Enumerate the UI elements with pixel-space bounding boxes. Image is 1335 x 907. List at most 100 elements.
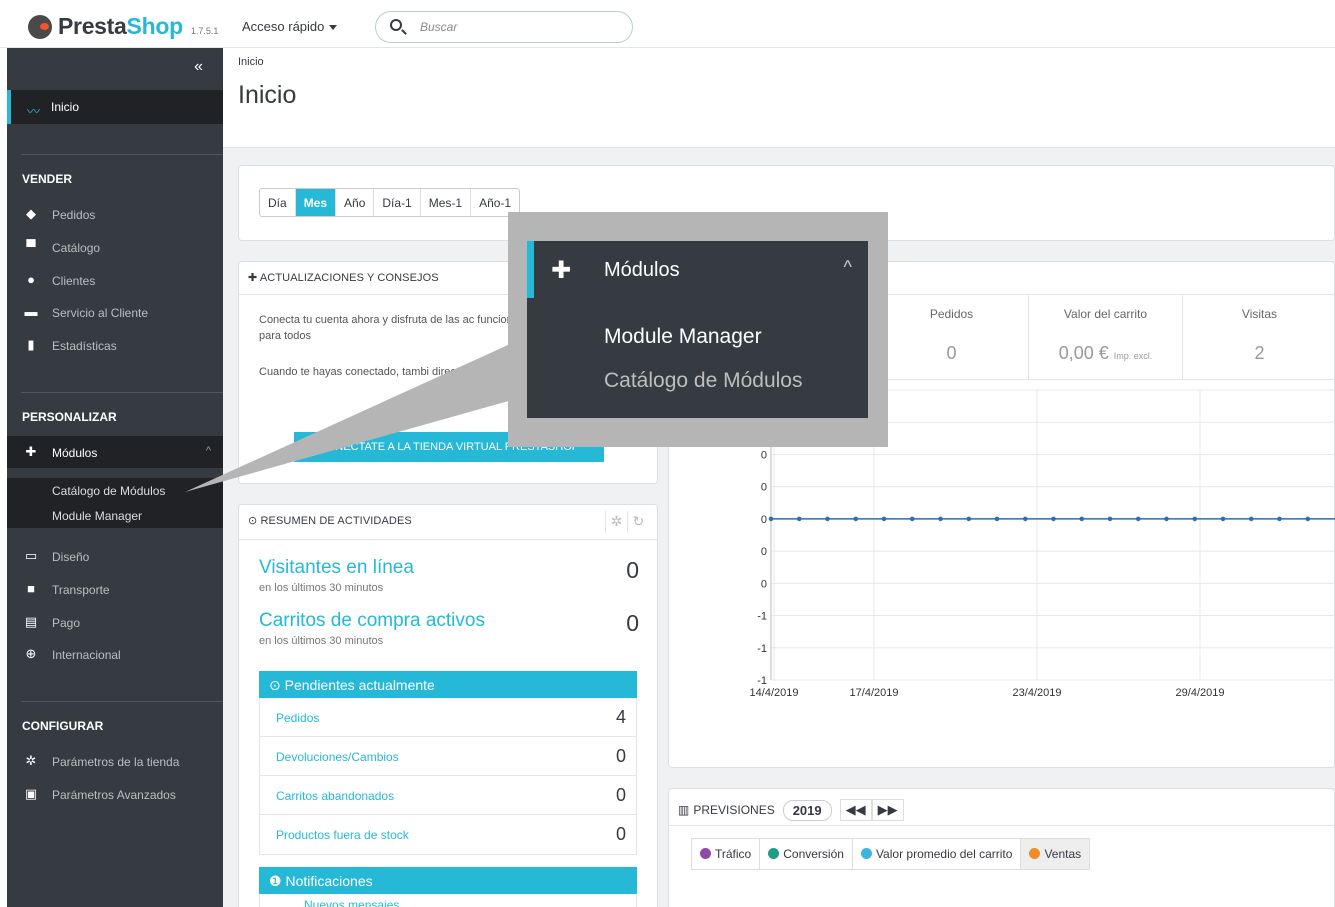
y-tick-label: -1 bbox=[757, 611, 767, 623]
gear-icon: ✲ bbox=[25, 753, 37, 768]
list-item[interactable]: Nuevos mensajes bbox=[260, 894, 636, 907]
news-title: ACTUALIZACIONES Y CONSEJOS bbox=[259, 272, 439, 284]
kpi-visits[interactable]: Visitas 2 bbox=[1182, 295, 1335, 379]
period-prev-day-button[interactable]: Día-1 bbox=[374, 189, 421, 216]
data-point bbox=[994, 516, 1000, 522]
kpi-cart-value[interactable]: Valor del carrito 0,00 € Imp. excl. bbox=[1028, 295, 1182, 379]
data-point bbox=[909, 516, 915, 522]
period-day-button[interactable]: Día bbox=[260, 189, 296, 216]
sidebar-item-catalog[interactable]: ▀ Catálogo bbox=[7, 231, 223, 263]
sidebar-item-shop-parameters[interactable]: ✲ Parámetros de la tienda bbox=[7, 745, 223, 777]
settings-box-icon: ▣ bbox=[24, 786, 38, 801]
breadcrumb[interactable]: Inicio bbox=[238, 56, 264, 68]
period-year-button[interactable]: Año bbox=[336, 189, 375, 216]
pending-list: Pedidos 4 Devoluciones/Cambios 0 Carritos … bbox=[259, 698, 637, 855]
x-tick-label: 29/4/2019 bbox=[1176, 687, 1225, 699]
legend-sales[interactable]: Ventas bbox=[1021, 839, 1090, 869]
kpi-row: Pedidos 0 Valor del carrito 0,00 € Imp. … bbox=[874, 294, 1335, 380]
prestashop-logo[interactable]: PrestaShop 1.7.5.1 bbox=[28, 13, 218, 40]
prev-year-icon[interactable]: ◀◀ bbox=[839, 799, 872, 821]
kpi-orders[interactable]: Pedidos 0 bbox=[874, 295, 1028, 379]
sidebar-item-international[interactable]: ⊕ Internacional bbox=[7, 638, 223, 670]
sidebar-item-home[interactable]: 〰 Inicio bbox=[7, 90, 223, 124]
sidebar-item-advanced-parameters[interactable]: ▣ Parámetros Avanzados bbox=[7, 778, 223, 810]
data-point bbox=[1135, 516, 1141, 522]
forecast-legend: Tráfico Conversión Valor promedio del ca… bbox=[691, 838, 1091, 870]
period-month-button[interactable]: Mes bbox=[295, 189, 337, 216]
next-year-icon[interactable]: ▶▶ bbox=[871, 799, 904, 821]
data-point bbox=[853, 516, 859, 522]
y-tick-label: -1 bbox=[757, 643, 767, 655]
list-item[interactable]: Pedidos 4 bbox=[260, 698, 636, 737]
y-tick-label: 0 bbox=[761, 482, 767, 494]
data-point bbox=[1164, 516, 1169, 522]
submenu-item-module-manager[interactable]: Module Manager bbox=[7, 503, 223, 528]
sidebar-item-design[interactable]: ▭ Diseño bbox=[7, 540, 223, 572]
sidebar-item-orders[interactable]: ◆ Pedidos bbox=[7, 198, 223, 230]
legend-conversion[interactable]: Conversión bbox=[760, 839, 853, 869]
sidebar-item-customers[interactable]: ● Clientes bbox=[7, 264, 223, 296]
data-point bbox=[1107, 516, 1113, 522]
period-prev-month-button[interactable]: Mes-1 bbox=[421, 189, 472, 216]
sidebar-item-payment[interactable]: ▤ Pago bbox=[7, 606, 223, 638]
sidebar-item-shipping[interactable]: ■ Transporte bbox=[7, 573, 223, 605]
refresh-icon[interactable]: ↻ bbox=[627, 511, 649, 533]
submenu-item-module-catalog[interactable]: Catálogo de Módulos bbox=[7, 478, 223, 503]
search-input[interactable] bbox=[420, 18, 620, 36]
sidebar: « 〰 Inicio VENDER ◆ Pedidos ▀ Catálogo ●… bbox=[7, 48, 223, 907]
main-content: Inicio Inicio Día Mes Año Día-1 Mes-1 Añ… bbox=[223, 48, 1335, 907]
collapse-sidebar-icon[interactable]: « bbox=[194, 58, 203, 76]
notifications-header: ❶ Notificaciones bbox=[259, 867, 637, 894]
pending-header: ⊙ Pendientes actualmente bbox=[259, 671, 637, 698]
activity-title: RESUMEN DE ACTIVIDADES bbox=[260, 515, 412, 527]
bar-chart-icon: ▮ bbox=[27, 337, 35, 352]
sidebar-item-customer-service[interactable]: ▬ Servicio al Cliente bbox=[7, 296, 223, 328]
data-point bbox=[768, 516, 774, 522]
online-visitors-row: Visitantes en línea 0 en los últimos 30 … bbox=[259, 557, 639, 594]
section-sell-title: VENDER bbox=[22, 172, 73, 186]
forecast-year[interactable]: 2019 bbox=[782, 799, 832, 821]
online-visitors-value: 0 bbox=[626, 557, 639, 583]
page-header: Inicio Inicio bbox=[223, 48, 1335, 148]
search-box[interactable] bbox=[375, 11, 633, 43]
x-tick-label: 17/4/2019 bbox=[850, 687, 899, 699]
callout-module-catalog[interactable]: Catálogo de Módulos bbox=[604, 369, 802, 393]
modules-submenu: Catálogo de Módulos Module Manager bbox=[7, 478, 223, 528]
globe-icon: ⊕ bbox=[25, 646, 37, 661]
list-item[interactable]: Devoluciones/Cambios 0 bbox=[260, 737, 636, 776]
x-tick-label: 23/4/2019 bbox=[1013, 687, 1062, 699]
data-point bbox=[1079, 516, 1085, 522]
gear-icon[interactable]: ✲ bbox=[605, 511, 627, 533]
data-point bbox=[1220, 516, 1226, 522]
credit-card-icon: ▤ bbox=[24, 614, 38, 629]
search-icon bbox=[390, 19, 402, 31]
callout-modules-title[interactable]: Módulos bbox=[604, 259, 680, 282]
store-icon: ▀ bbox=[26, 239, 36, 254]
legend-traffic[interactable]: Tráfico bbox=[692, 839, 761, 869]
account-circle-icon: ● bbox=[27, 272, 35, 287]
sidebar-item-stats[interactable]: ▮ Estadísticas bbox=[7, 329, 223, 361]
chevron-up-icon[interactable]: ^ bbox=[844, 257, 852, 278]
online-visitors-label[interactable]: Visitantes en línea bbox=[259, 557, 639, 579]
callout-module-manager[interactable]: Module Manager bbox=[604, 325, 762, 349]
y-tick-label: 0 bbox=[761, 546, 767, 558]
brand-name-b: Shop bbox=[126, 13, 184, 39]
data-point bbox=[1248, 516, 1254, 522]
active-carts-label[interactable]: Carritos de compra activos bbox=[259, 610, 639, 632]
y-tick-label: 0 bbox=[761, 514, 767, 526]
quick-access-dropdown[interactable]: Acceso rápido bbox=[242, 19, 337, 34]
list-item[interactable]: Productos fuera de stock 0 bbox=[260, 815, 636, 854]
legend-avg-cart[interactable]: Valor promedio del carrito bbox=[853, 839, 1022, 869]
version-label: 1.7.5.1 bbox=[190, 25, 219, 36]
data-point bbox=[1192, 516, 1198, 522]
activity-panel: ⊙ RESUMEN DE ACTIVIDADES ✲ ↻ Visitantes … bbox=[238, 504, 658, 907]
active-carts-value: 0 bbox=[626, 610, 639, 636]
sidebar-item-label: Inicio bbox=[51, 100, 80, 114]
page-title: Inicio bbox=[238, 81, 297, 109]
list-item[interactable]: Carritos abandonados 0 bbox=[260, 776, 636, 815]
forecast-panel: ▥ PREVISIONES 2019 ◀◀ ▶▶ Tráfico Convers… bbox=[668, 788, 1335, 907]
sidebar-item-modules[interactable]: ✚ Módulos ^ bbox=[7, 436, 223, 468]
online-visitors-sub: en los últimos 30 minutos bbox=[259, 582, 384, 594]
dot-icon bbox=[860, 848, 872, 859]
bar-chart-icon: ▥ bbox=[678, 803, 690, 817]
